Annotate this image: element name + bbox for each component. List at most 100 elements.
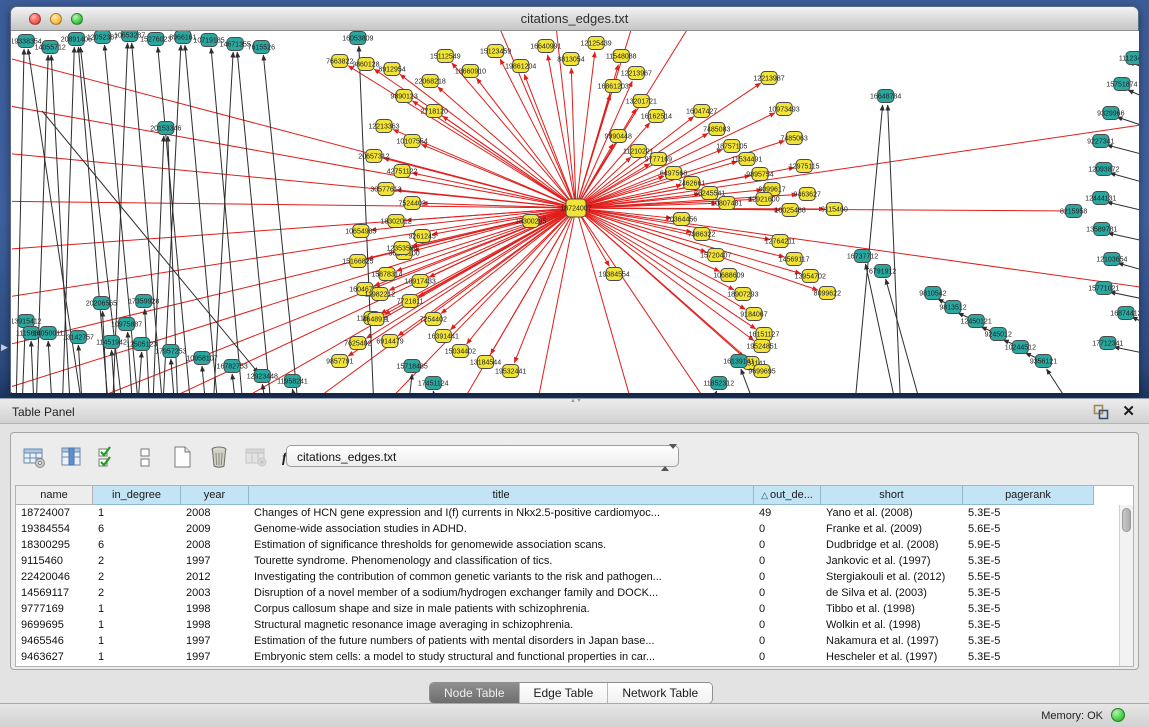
network-canvas[interactable]: 7663822986012889129542206821898901232718… <box>12 31 1139 393</box>
cell-year[interactable]: 1998 <box>181 617 249 633</box>
graph-node[interactable]: 16640991 <box>530 40 561 53</box>
graph-node[interactable]: 18660910 <box>455 65 486 78</box>
cell-pagerank[interactable]: 5.6E-5 <box>963 521 1094 537</box>
graph-node[interactable]: 13915412 <box>12 315 42 328</box>
graph-node[interactable]: 9115460 <box>821 203 848 216</box>
cell-year[interactable]: 2008 <box>181 505 249 521</box>
network-window-titlebar[interactable]: citations_edges.txt <box>11 7 1138 31</box>
tab-node-table[interactable]: Node Table <box>430 683 520 703</box>
graph-node[interactable]: 7663822 <box>326 55 353 68</box>
create-column-icon[interactable] <box>169 444 195 470</box>
cell-out-de-[interactable]: 0 <box>754 649 821 665</box>
graph-node[interactable]: 18907293 <box>727 288 758 301</box>
cell-title[interactable]: Embryonic stem cells: a model to study s… <box>249 649 754 665</box>
cell-short[interactable]: Hescheler et al. (1997) <box>821 649 963 665</box>
cell-short[interactable]: Stergiakouli et al. (2012) <box>821 569 963 585</box>
cell-in-degree[interactable]: 1 <box>93 649 181 665</box>
cell-year[interactable]: 2003 <box>181 585 249 601</box>
graph-node[interactable]: 7254402 <box>420 313 447 326</box>
table-mode-icon[interactable] <box>21 444 47 470</box>
table-row[interactable]: 969969511998Structural magnetic resonanc… <box>16 617 1133 633</box>
cell-name[interactable]: 18724007 <box>16 505 93 521</box>
cell-year[interactable]: 1997 <box>181 553 249 569</box>
graph-node[interactable]: 9860128 <box>352 58 379 71</box>
cell-short[interactable]: Jankovic et al. (1997) <box>821 553 963 569</box>
graph-node[interactable]: 8215958 <box>1060 205 1087 218</box>
column-header-name[interactable]: name <box>16 486 93 505</box>
graph-node[interactable]: 7524402 <box>398 197 425 210</box>
graph-node[interactable]: 16874412 <box>1110 307 1139 320</box>
cell-out-de-[interactable]: 0 <box>754 537 821 553</box>
cell-pagerank[interactable]: 5.3E-5 <box>963 633 1094 649</box>
graph-node[interactable]: 2718120 <box>421 105 448 118</box>
graph-node[interactable]: 20206565 <box>86 297 117 310</box>
graph-node[interactable]: 19861204 <box>505 60 536 73</box>
split-pane-handle[interactable]: ▲▼ <box>570 399 579 404</box>
graph-node[interactable]: 9463627 <box>794 188 821 201</box>
table-row[interactable]: 911546021997Tourette syndrome. Phenomeno… <box>16 553 1133 569</box>
cell-out-de-[interactable]: 0 <box>754 585 821 601</box>
graph-node[interactable]: 15123459 <box>480 45 511 58</box>
cell-in-degree[interactable]: 6 <box>93 537 181 553</box>
cell-out-de-[interactable]: 0 <box>754 601 821 617</box>
cell-name[interactable]: 9463627 <box>16 649 93 665</box>
graph-node[interactable]: 13589781 <box>1086 223 1117 236</box>
graph-node[interactable]: 12975115 <box>789 160 820 173</box>
graph-node[interactable]: 9329966 <box>1097 107 1124 120</box>
graph-node[interactable]: 19524851 <box>746 340 777 353</box>
table-selector-dropdown[interactable]: citations_edges.txt <box>286 445 679 467</box>
cell-short[interactable]: Tibbo et al. (1998) <box>821 601 963 617</box>
select-all-columns-icon[interactable] <box>95 444 121 470</box>
graph-node[interactable]: 13954702 <box>795 270 826 283</box>
graph-node[interactable]: 9890123 <box>390 90 417 103</box>
table-row[interactable]: 1938455462009Genome-wide association stu… <box>16 521 1133 537</box>
graph-node[interactable]: 42751122 <box>387 165 418 178</box>
unselect-all-columns-icon[interactable] <box>132 444 158 470</box>
table-row[interactable]: 1872400712008Changes of HCN gene express… <box>16 505 1133 521</box>
graph-node[interactable]: 16861203 <box>598 80 629 93</box>
graph-node[interactable]: 12444131 <box>1085 192 1116 205</box>
graph-node[interactable]: 7485063 <box>780 132 807 145</box>
cell-name[interactable]: 22420046 <box>16 569 93 585</box>
cell-name[interactable]: 9115460 <box>16 553 93 569</box>
cell-year[interactable]: 2009 <box>181 521 249 537</box>
cell-title[interactable]: Structural magnetic resonance image aver… <box>249 617 754 633</box>
cell-pagerank[interactable]: 5.3E-5 <box>963 585 1094 601</box>
close-panel-icon[interactable]: ✕ <box>1122 402 1135 420</box>
cell-short[interactable]: Dudbridge et al. (2008) <box>821 537 963 553</box>
cell-year[interactable]: 1998 <box>181 601 249 617</box>
cell-short[interactable]: Yano et al. (2008) <box>821 505 963 521</box>
column-header-year[interactable]: year <box>181 486 249 505</box>
graph-node[interactable]: 16648784 <box>870 90 901 103</box>
graph-node[interactable]: 9245012 <box>985 328 1012 341</box>
cell-short[interactable]: Wolkin et al. (1998) <box>821 617 963 633</box>
cell-title[interactable]: Corpus callosum shape and size in male p… <box>249 601 754 617</box>
cell-short[interactable]: Nakamura et al. (1997) <box>821 633 963 649</box>
table-row[interactable]: 1456911722003Disruption of a novel membe… <box>16 585 1133 601</box>
graph-node[interactable]: 19384554 <box>599 268 630 281</box>
graph-node[interactable]: 7615526 <box>248 41 275 54</box>
cell-out-de-[interactable]: 0 <box>754 521 821 537</box>
vertical-scrollbar[interactable] <box>1119 505 1133 666</box>
graph-node[interactable]: 12125439 <box>580 37 611 50</box>
column-header-pagerank[interactable]: pagerank <box>963 486 1094 505</box>
graph-node[interactable]: 13184544 <box>470 356 501 369</box>
graph-node[interactable]: 13142757 <box>63 331 94 344</box>
cell-title[interactable]: Investigating the contribution of common… <box>249 569 754 585</box>
graph-node[interactable]: 16782753 <box>217 360 248 373</box>
cell-pagerank[interactable]: 5.9E-5 <box>963 537 1094 553</box>
cell-short[interactable]: Franke et al. (2009) <box>821 521 963 537</box>
cell-name[interactable]: 19384554 <box>16 521 93 537</box>
cell-pagerank[interactable]: 5.3E-5 <box>963 601 1094 617</box>
graph-node[interactable]: 30577613 <box>370 183 401 196</box>
graph-node[interactable]: 11534491 <box>732 153 763 166</box>
table-row[interactable]: 946362711997Embryonic stem cells: a mode… <box>16 649 1133 665</box>
cell-title[interactable]: Disruption of a novel member of a sodium… <box>249 585 754 601</box>
graph-node[interactable]: 15166825 <box>342 255 373 268</box>
column-header-short[interactable]: short <box>821 486 963 505</box>
cell-title[interactable]: Genome-wide association studies in ADHD. <box>249 521 754 537</box>
cell-pagerank[interactable]: 5.3E-5 <box>963 617 1094 633</box>
graph-node[interactable]: 12093872 <box>1088 163 1119 176</box>
graph-node[interactable]: 8099622 <box>814 287 841 300</box>
cell-name[interactable]: 9699695 <box>16 617 93 633</box>
